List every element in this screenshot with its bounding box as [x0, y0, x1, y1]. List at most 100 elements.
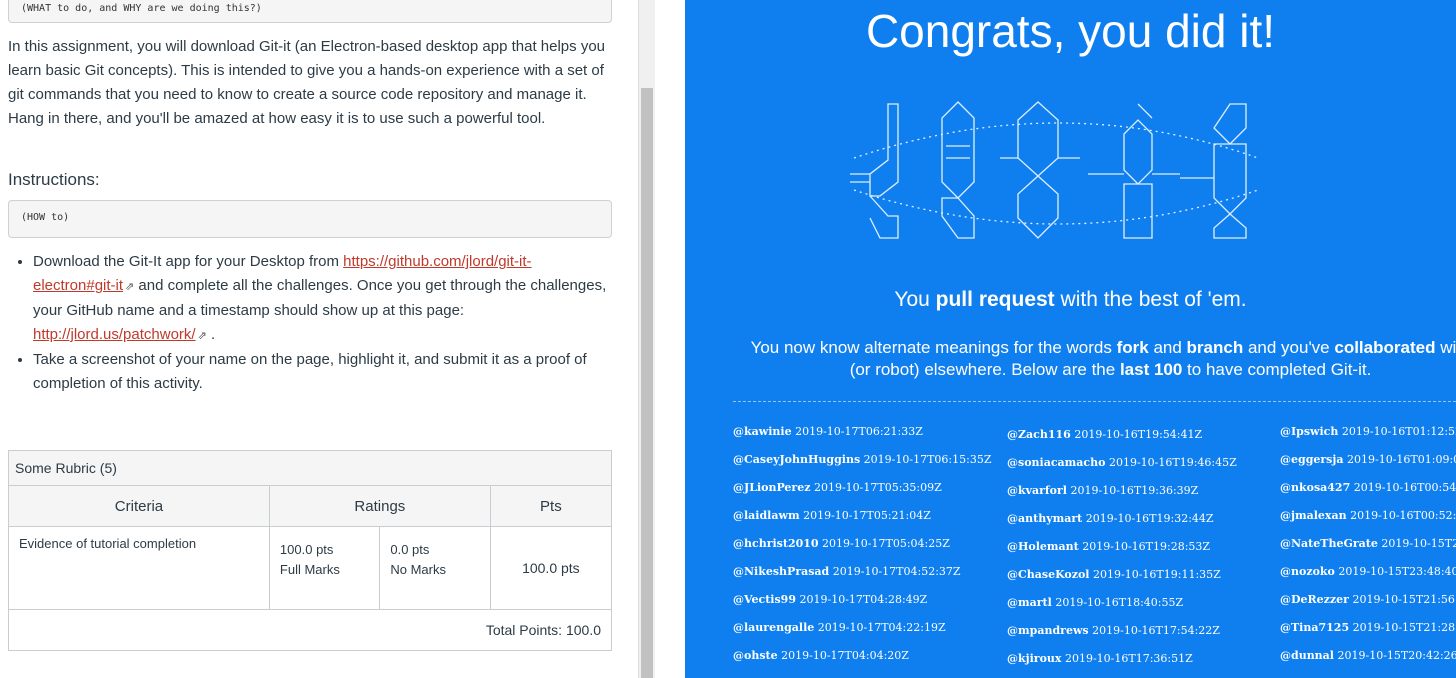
completion-entry: @NikeshPrasad 2019-10-17T04:52:37Z: [733, 565, 991, 593]
completion-username[interactable]: @nkosa427: [1280, 481, 1350, 494]
completion-username[interactable]: @anthymart: [1007, 512, 1082, 525]
patchwork-link[interactable]: http://jlord.us/patchwork/: [33, 326, 196, 343]
completion-username[interactable]: @NikeshPrasad: [733, 565, 829, 578]
fork-branch-paragraph: You now know alternate meanings for the …: [725, 337, 1456, 381]
completion-username[interactable]: @kawinie: [733, 425, 792, 438]
completion-timestamp: 2019-10-16T17:36:51Z: [1061, 652, 1193, 665]
rating-label: No Marks: [390, 562, 446, 577]
completion-entry: @laidlawm 2019-10-17T05:21:04Z: [733, 509, 991, 537]
completion-entry: @kawinie 2019-10-17T06:21:33Z: [733, 425, 991, 453]
completion-entry: @CaseyJohnHuggins 2019-10-17T06:15:35Z: [733, 453, 991, 481]
ascii-glyph-4: [1123, 119, 1153, 185]
ascii-glyph-1: [869, 103, 899, 197]
completion-username[interactable]: @dunnal: [1280, 649, 1334, 662]
completions-column-3: @Ipswich 2019-10-16T01:12:52Z@eggersja 2…: [1280, 425, 1456, 677]
completion-timestamp: 2019-10-16T19:54:41Z: [1070, 428, 1203, 441]
completion-timestamp: 2019-10-16T00:54:09Z: [1353, 481, 1456, 494]
what-box-text: (WHAT to do, and WHY are we doing this?): [21, 3, 262, 14]
dashed-divider: [733, 401, 1456, 402]
completions-column-2: @Zach116 2019-10-16T19:54:41Z @soniacamac…: [1007, 428, 1237, 678]
completion-timestamp: 2019-10-17T05:21:04Z: [799, 509, 931, 522]
completion-username[interactable]: @JLionPerez: [733, 481, 810, 494]
completion-timestamp: 2019-10-15T20:42:26Z: [1334, 649, 1456, 662]
completion-timestamp: 2019-10-17T06:21:33Z: [791, 425, 923, 438]
what-code-box: (WHAT to do, and WHY are we doing this?): [8, 0, 612, 23]
pull-pre: You: [894, 288, 936, 311]
completion-username[interactable]: @laidlawm: [733, 509, 800, 522]
completion-entry: @JLionPerez 2019-10-17T05:35:09Z: [733, 481, 991, 509]
git-it-ascii-logo: [850, 101, 1259, 239]
completion-username[interactable]: @kvarforl: [1007, 484, 1067, 497]
rating-label: Full Marks: [279, 562, 340, 577]
completion-username[interactable]: @NateTheGrate: [1280, 537, 1378, 550]
fork-text-5: (or robot) elsewhere. Below are the: [849, 360, 1120, 379]
completion-username[interactable]: @laurengalle: [733, 621, 814, 634]
completion-entry: @laurengalle 2019-10-17T04:22:19Z: [733, 621, 991, 649]
completion-entry: @Ipswich 2019-10-16T01:12:52Z: [1280, 425, 1456, 453]
completion-timestamp: 2019-10-15T21:56:53Z: [1352, 593, 1456, 606]
completion-username[interactable]: @DeRezzer: [1280, 593, 1349, 606]
completion-username[interactable]: @hchrist2010: [733, 537, 819, 550]
completion-timestamp: 2019-10-16T01:09:00Z: [1346, 453, 1456, 466]
completion-username[interactable]: @Tina7125: [1280, 621, 1349, 634]
congrats-title: Congrats, you did it!: [865, 5, 1276, 57]
rating-no-marks[interactable]: 0.0 pts No Marks: [379, 527, 489, 609]
completion-username[interactable]: @kjiroux: [1007, 652, 1061, 665]
how-box-text: (HOW to): [21, 212, 70, 223]
external-link-icon: ⇗: [197, 330, 207, 342]
list-item: Take a screenshot of your name on the pa…: [33, 348, 613, 396]
completion-username[interactable]: @ChaseKozol: [1007, 568, 1090, 581]
last-100-word: last 100: [1119, 360, 1183, 379]
completion-entry: @anthymart 2019-10-16T19:32:44Z: [1007, 512, 1237, 540]
completion-timestamp: 2019-10-17T04:04:20Z: [777, 649, 909, 662]
completion-timestamp: 2019-10-17T06:15:35Z: [860, 453, 992, 466]
completion-timestamp: 2019-10-16T19:46:45Z: [1105, 456, 1237, 469]
completion-timestamp: 2019-10-15T23:55: [1381, 537, 1456, 550]
completion-username[interactable]: @CaseyJohnHuggins: [733, 453, 860, 466]
completion-entry: @eggersja 2019-10-16T01:09:00Z: [1280, 453, 1456, 481]
vertical-scrollbar[interactable]: [638, 0, 655, 678]
list-item: Download the Git-It app for your Desktop…: [33, 250, 613, 348]
fork-text-6: to have completed Git-it.: [1182, 360, 1372, 379]
how-code-box: (HOW to): [8, 200, 612, 238]
rating-points: 0.0 pts: [390, 542, 430, 557]
completion-entry: @mpandrews 2019-10-16T17:54:22Z: [1007, 624, 1237, 652]
completion-username[interactable]: @Vectis99: [733, 593, 796, 606]
branch-word: branch: [1186, 338, 1244, 357]
criteria-header: Criteria: [8, 485, 270, 527]
completion-username[interactable]: @mpandrews: [1007, 624, 1089, 637]
completion-username[interactable]: @nozoko: [1280, 565, 1335, 578]
completion-entry: @Tina7125 2019-10-15T21:28:01Z: [1280, 621, 1456, 649]
completion-username[interactable]: @eggersja: [1280, 453, 1343, 466]
completion-timestamp: 2019-10-16T19:28:53Z: [1078, 540, 1211, 553]
completion-entry: @hchrist2010 2019-10-17T05:04:25Z: [733, 537, 991, 565]
pull-post: with the best of 'em.: [1054, 288, 1247, 311]
rubric-title: Some Rubric (5): [8, 450, 612, 486]
completion-username[interactable]: @Holemant: [1007, 540, 1079, 553]
completion-entry: @Zach116 2019-10-16T19:54:41Z: [1007, 428, 1237, 456]
completion-entry: @kvarforl 2019-10-16T19:36:39Z: [1007, 484, 1237, 512]
completion-timestamp: 2019-10-16T19:36:39Z: [1066, 484, 1199, 497]
panel-gap: [655, 0, 685, 678]
completion-entry: @martl 2019-10-16T18:40:55Z: [1007, 596, 1237, 624]
completion-username[interactable]: @Ipswich: [1280, 425, 1338, 438]
assignment-panel: (WHAT to do, and WHY are we doing this?)…: [0, 0, 638, 678]
completion-timestamp: 2019-10-16T01:12:52Z: [1341, 425, 1456, 438]
collaborated-word: collaborated: [1334, 338, 1436, 357]
completion-username[interactable]: @soniacamacho: [1007, 456, 1105, 469]
completions-column-1: @kawinie 2019-10-17T06:21:33Z @CaseyJohnH…: [733, 425, 991, 677]
fork-word: fork: [1116, 338, 1149, 357]
completion-timestamp: 2019-10-17T04:22:19Z: [814, 621, 946, 634]
scrollbar-thumb[interactable]: [641, 88, 653, 678]
completion-username[interactable]: @Zach116: [1007, 428, 1071, 441]
completion-timestamp: 2019-10-15T23:48:40Z: [1334, 565, 1456, 578]
completion-username[interactable]: @jmalexan: [1280, 509, 1347, 522]
intro-paragraph: In this assignment, you will download Gi…: [8, 38, 605, 127]
rating-full-marks[interactable]: 100.0 pts Full Marks: [270, 527, 379, 609]
fork-text-2: and: [1148, 338, 1187, 357]
completion-username[interactable]: @ohste: [733, 649, 778, 662]
completion-username[interactable]: @martl: [1007, 596, 1052, 609]
instruction-list: Download the Git-It app for your Desktop…: [0, 250, 613, 396]
fork-text-1: You now know alternate meanings for the …: [750, 338, 1117, 357]
completion-entry: @ChaseKozol 2019-10-16T19:11:35Z: [1007, 568, 1237, 596]
